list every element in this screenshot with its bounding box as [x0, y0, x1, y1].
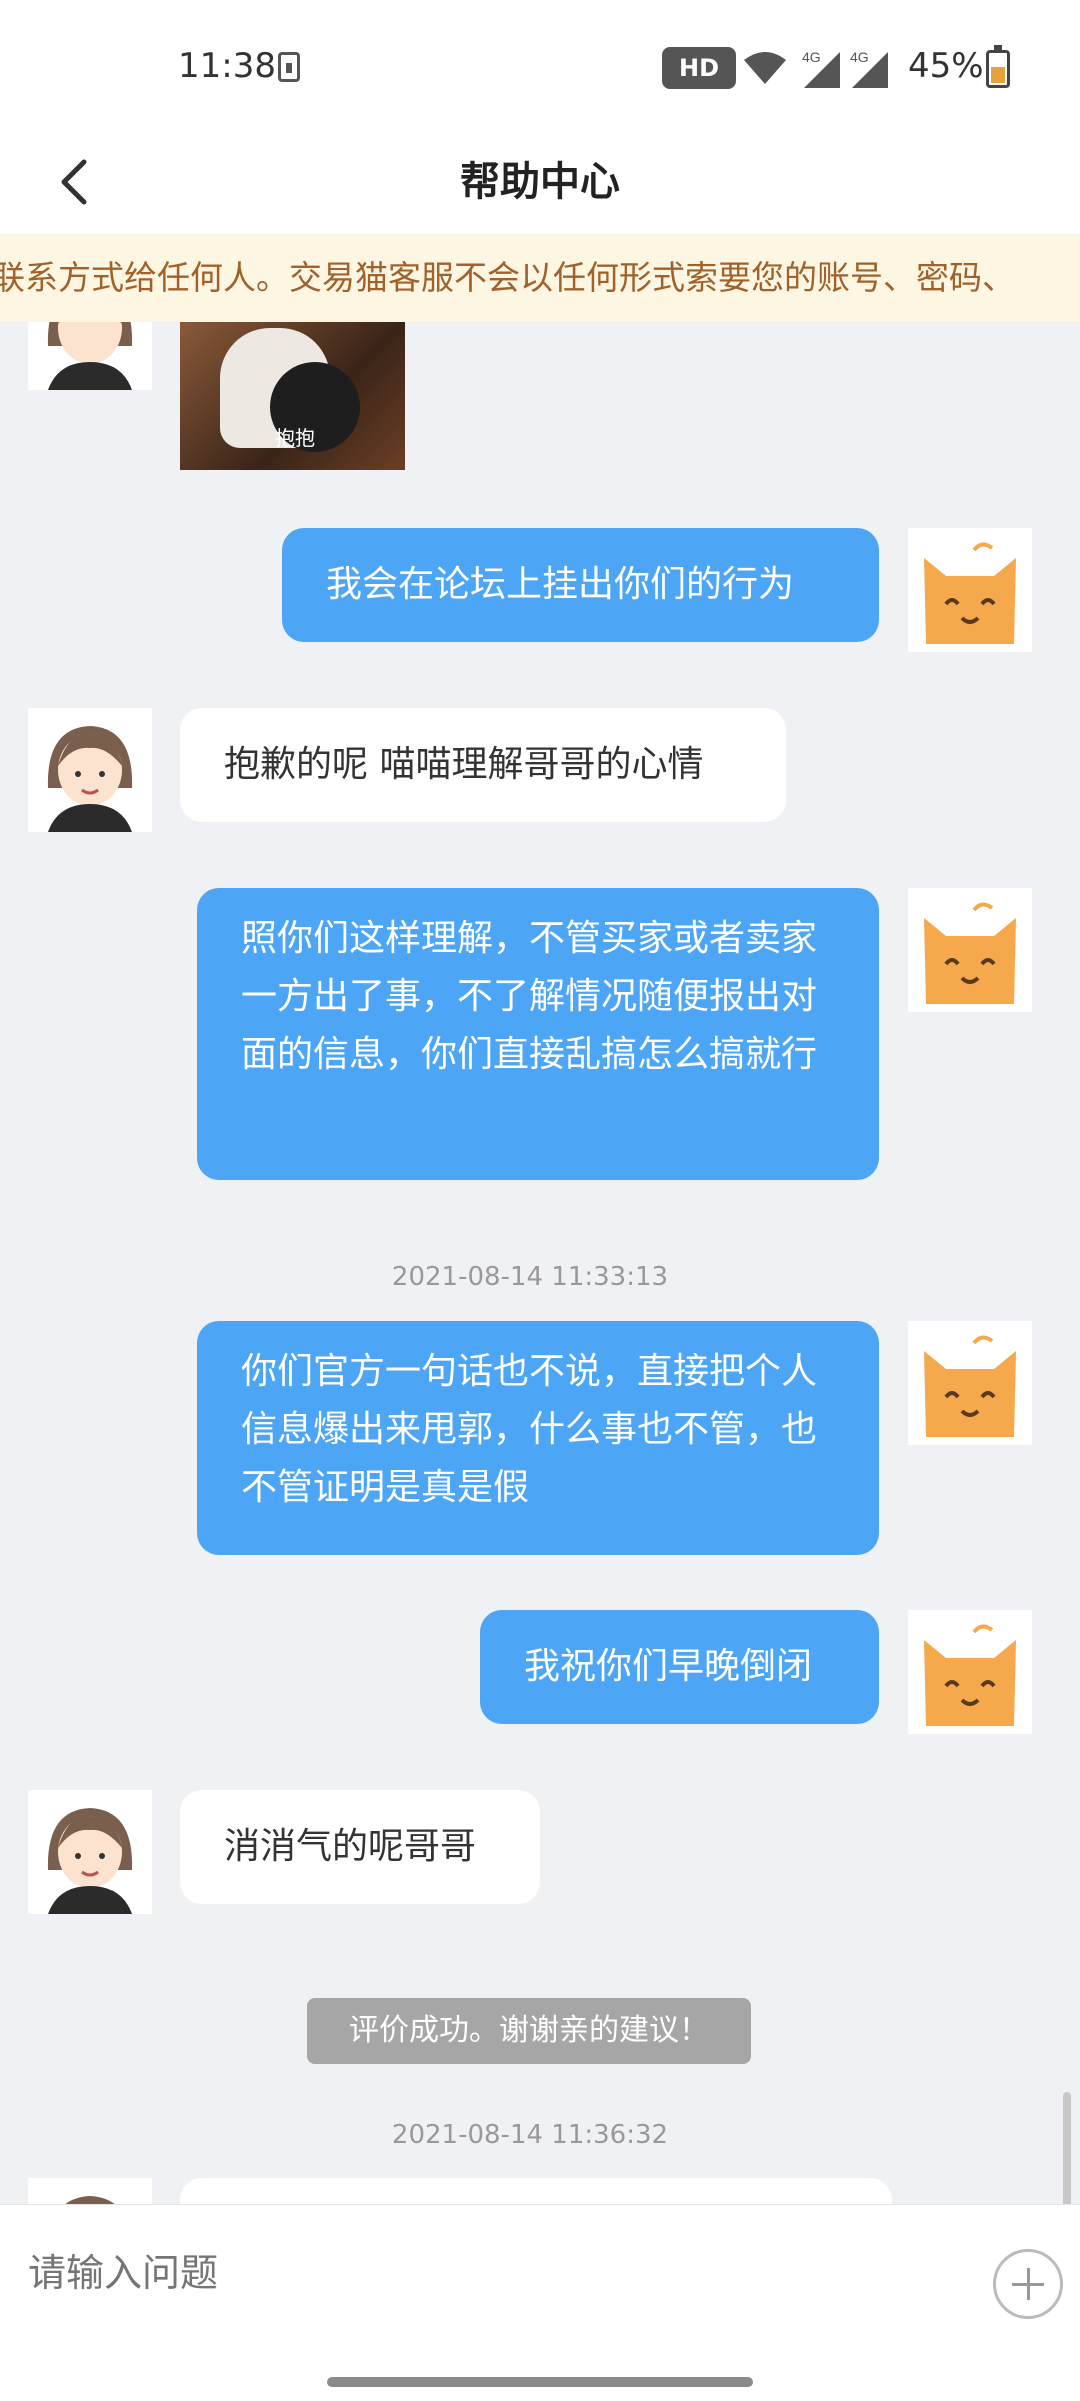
cat-icon — [908, 1610, 1032, 1734]
scrollbar[interactable] — [1063, 2092, 1071, 2204]
hd-badge: HD — [662, 47, 736, 89]
cs-message-bubble[interactable]: 消消气的呢哥哥 — [180, 1790, 540, 1904]
user-avatar[interactable] — [908, 528, 1032, 652]
battery-icon — [986, 45, 1010, 88]
agent-icon — [28, 1790, 152, 1914]
my-message-bubble[interactable]: 照你们这样理解，不管买家或者卖家一方出了事，不了解情况随便报出对面的信息，你们直… — [197, 888, 879, 1180]
status-time: 11:38 — [178, 46, 276, 86]
chevron-left-icon[interactable] — [48, 152, 108, 212]
chat-list[interactable]: 抱抱 我会在论坛上挂出你们的行为 抱歉的呢 喵喵理解哥哥的心情 照你们这样理解，… — [0, 322, 1080, 2204]
user-avatar[interactable] — [908, 888, 1032, 1012]
my-message-bubble[interactable]: 我会在论坛上挂出你们的行为 — [282, 528, 879, 642]
sticker-caption: 抱抱 — [275, 426, 315, 450]
signal-icon: 4G — [802, 49, 840, 88]
notice-text: 联系方式给任何人。交易猫客服不会以任何形式索要您的账号、密码、 — [0, 258, 1015, 297]
cs-message-bubble[interactable]: 抱歉的呢 喵喵理解哥哥的心情 — [180, 708, 786, 822]
download-icon — [278, 52, 300, 82]
cs-message-bubble[interactable] — [180, 2178, 892, 2204]
agent-icon — [28, 322, 152, 390]
my-message-bubble[interactable]: 我祝你们早晚倒闭 — [480, 1610, 879, 1724]
cat-icon — [908, 528, 1032, 652]
network-label: 4G — [850, 49, 869, 65]
status-bar: 11:38 HD 4G 4G 45% — [0, 0, 1080, 130]
agent-icon — [28, 2178, 152, 2204]
agent-icon — [28, 708, 152, 832]
user-avatar[interactable] — [908, 1610, 1032, 1734]
network-label: 4G — [802, 49, 821, 65]
wifi-icon — [744, 52, 786, 84]
cs-avatar[interactable] — [28, 1790, 152, 1914]
input-bar — [0, 2204, 1080, 2401]
cat-icon — [908, 1321, 1032, 1445]
nav-bar: 帮助中心 — [0, 130, 1080, 234]
cs-avatar[interactable] — [28, 708, 152, 832]
timestamp: 2021-08-14 11:33:13 — [391, 1262, 669, 1292]
home-indicator[interactable] — [327, 2377, 753, 2387]
page-title: 帮助中心 — [460, 159, 620, 205]
signal-icon: 4G — [850, 49, 888, 88]
battery-percent: 45% — [908, 46, 984, 86]
system-message: 评价成功。谢谢亲的建议！ — [307, 1998, 751, 2064]
notice-bar: 联系方式给任何人。交易猫客服不会以任何形式索要您的账号、密码、 — [0, 234, 1080, 322]
question-input[interactable] — [28, 2237, 928, 2309]
user-avatar[interactable] — [908, 1321, 1032, 1445]
cs-avatar[interactable] — [28, 2178, 152, 2204]
cat-icon — [908, 888, 1032, 1012]
plus-circle-icon[interactable] — [993, 2249, 1063, 2319]
timestamp: 2021-08-14 11:36:32 — [391, 2120, 669, 2150]
sticker-image[interactable]: 抱抱 — [180, 322, 405, 470]
cs-avatar[interactable] — [28, 322, 152, 390]
my-message-bubble[interactable]: 你们官方一句话也不说，直接把个人信息爆出来甩郭，什么事也不管，也不管证明是真是假 — [197, 1321, 879, 1555]
